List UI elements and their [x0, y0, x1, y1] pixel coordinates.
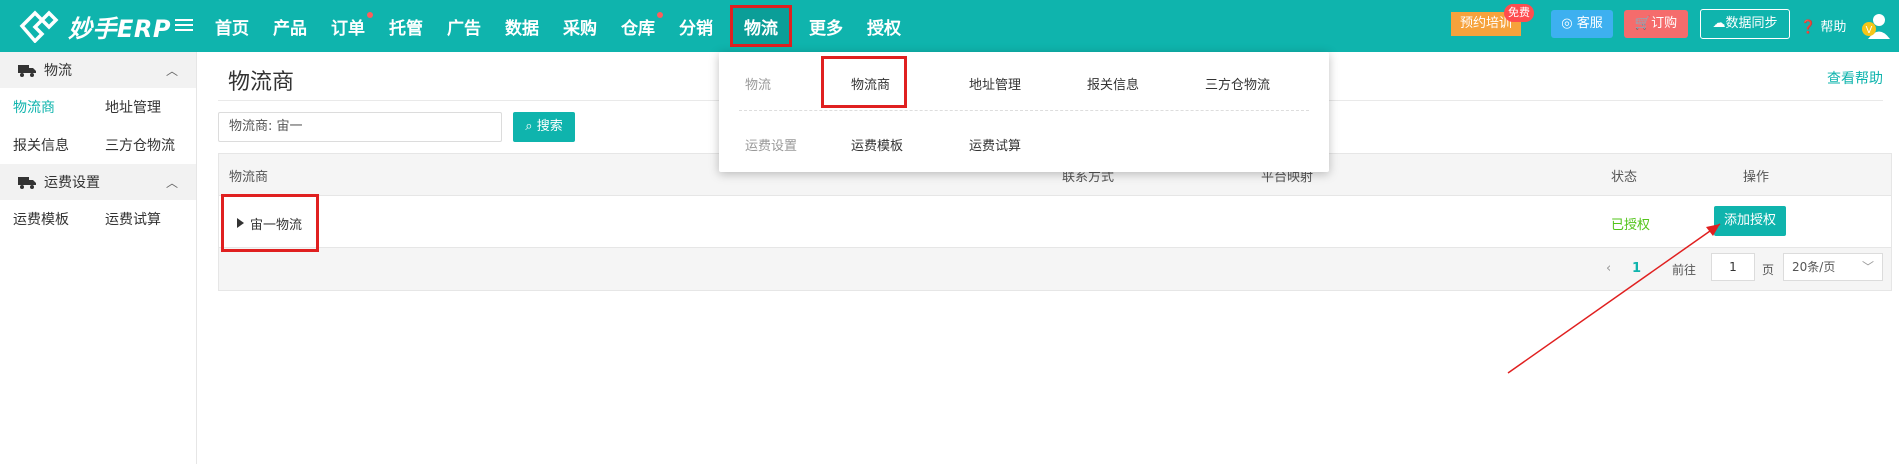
page-number-input[interactable]: 1: [1711, 253, 1755, 281]
goto-label: 前往: [1672, 263, 1697, 277]
notification-dot: [657, 12, 663, 18]
provider-name-cell[interactable]: 宙一物流: [221, 194, 319, 252]
menu-toggle-icon[interactable]: [175, 16, 193, 32]
help-link[interactable]: ❓ 帮助: [1800, 16, 1846, 35]
nav-distribution[interactable]: 分销: [667, 0, 725, 52]
chevron-left-icon[interactable]: ‹: [1606, 261, 1611, 276]
logistics-table: 物流商 联系方式 平台映射 状态 操作 宙一物流 已授权 添加授权 ‹ 1 前往…: [218, 153, 1892, 291]
sidebar-item-shipping-template[interactable]: 运费模板: [0, 209, 92, 229]
page-size-select[interactable]: 20条/页 ﹀: [1783, 253, 1883, 281]
nav-products[interactable]: 产品: [261, 0, 319, 52]
sidebar-group-title: 运费设置: [44, 175, 100, 191]
nav-hosting[interactable]: 托管: [377, 0, 435, 52]
dropdown-item-shipping-template[interactable]: 运费模板: [851, 135, 903, 154]
header-actions: 操作: [1743, 170, 1770, 185]
nav-more[interactable]: 更多: [797, 0, 855, 52]
header-status: 状态: [1611, 170, 1638, 185]
current-page[interactable]: 1: [1632, 261, 1641, 276]
free-badge: 免费: [1504, 4, 1534, 22]
page-title: 物流商: [228, 70, 295, 95]
expand-icon[interactable]: [237, 218, 244, 228]
nav-ads[interactable]: 广告: [435, 0, 493, 52]
pagination: ‹ 1 前往 1 页 20条/页 ﹀: [219, 250, 1891, 290]
question-icon: ❓: [1800, 20, 1817, 35]
header-provider: 物流商: [229, 170, 269, 185]
nav-home[interactable]: 首页: [203, 0, 261, 52]
sidebar-item-address-management[interactable]: 地址管理: [92, 97, 184, 117]
dropdown-group-label: 物流: [745, 78, 772, 93]
chat-icon: ◎: [1561, 16, 1577, 31]
customer-service-button[interactable]: ◎ 客服: [1551, 10, 1613, 38]
nav-warehouse[interactable]: 仓库: [609, 0, 667, 52]
dropdown-item-3pl-logistics[interactable]: 三方仓物流: [1205, 74, 1270, 93]
divider: [739, 110, 1309, 111]
nav-authorization[interactable]: 授权: [855, 0, 913, 52]
sidebar-item-shipping-calculator[interactable]: 运费试算: [92, 209, 184, 229]
sidebar-group-logistics[interactable]: 物流 ︿: [0, 52, 196, 88]
cart-icon: 🛒: [1634, 16, 1652, 31]
nav-logistics[interactable]: 物流: [725, 0, 797, 52]
sidebar-item-logistics-provider[interactable]: 物流商: [0, 97, 92, 117]
chevron-up-icon: ︿: [165, 176, 178, 190]
status-badge: 已授权: [1611, 218, 1651, 233]
table-row: 宙一物流 已授权 添加授权: [219, 194, 1891, 252]
chevron-down-icon: ﹀: [1861, 260, 1874, 274]
sidebar-item-3pl-logistics[interactable]: 三方仓物流: [92, 135, 184, 155]
dropdown-item-address-management[interactable]: 地址管理: [969, 74, 1021, 93]
dropdown-item-customs-info[interactable]: 报关信息: [1087, 74, 1139, 93]
notification-dot: [367, 12, 373, 18]
vip-badge: V: [1866, 25, 1873, 36]
dropdown-item-shipping-calculator[interactable]: 运费试算: [969, 135, 1021, 154]
main-nav: 首页 产品 订单 托管 广告 数据 采购 仓库 分销 物流 更多 授权: [203, 0, 913, 52]
sidebar: 物流 ︿ 物流商 地址管理 报关信息 三方仓物流 运费设置 ︿ 运费模板 运费试…: [0, 52, 197, 464]
sidebar-item-customs-info[interactable]: 报关信息: [0, 135, 92, 155]
top-navigation-bar: 妙手ERP 首页 产品 订单 托管 广告 数据 采购 仓库 分销 物流 更多 授…: [0, 0, 1899, 52]
sidebar-group-shipping-settings[interactable]: 运费设置 ︿: [0, 164, 196, 200]
page-unit-label: 页: [1762, 263, 1775, 277]
nav-data[interactable]: 数据: [493, 0, 551, 52]
subscribe-button[interactable]: 🛒订购: [1624, 10, 1688, 38]
logo[interactable]: 妙手ERP: [18, 5, 171, 47]
nav-orders[interactable]: 订单: [319, 0, 377, 52]
add-authorization-button[interactable]: 添加授权: [1714, 206, 1786, 236]
logo-icon: [19, 10, 59, 43]
data-sync-button[interactable]: ☁数据同步: [1700, 9, 1790, 39]
user-avatar-icon[interactable]: V: [1860, 12, 1890, 40]
truck-icon: [18, 177, 36, 189]
nav-purchasing[interactable]: 采购: [551, 0, 609, 52]
search-icon: ⌕: [525, 119, 537, 134]
cloud-icon: ☁: [1712, 16, 1726, 31]
view-help-link[interactable]: 查看帮助: [1827, 68, 1883, 88]
sidebar-group-title: 物流: [44, 63, 72, 79]
chevron-up-icon: ︿: [165, 64, 178, 78]
truck-icon: [18, 65, 36, 77]
search-input[interactable]: 物流商: 宙一: [218, 112, 502, 142]
logistics-dropdown-menu: 物流 物流商 地址管理 报关信息 三方仓物流 运费设置 运费模板 运费试算: [719, 52, 1329, 172]
search-button[interactable]: ⌕ 搜索: [513, 112, 575, 142]
logo-text: 妙手ERP: [68, 14, 171, 43]
highlight-box: [821, 56, 907, 108]
dropdown-group-label: 运费设置: [745, 139, 798, 154]
